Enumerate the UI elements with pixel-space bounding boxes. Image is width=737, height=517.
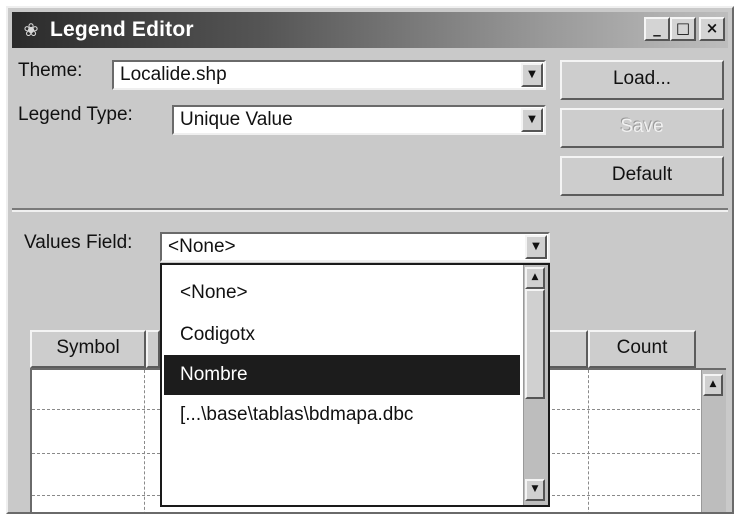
- window-title: Legend Editor: [50, 18, 194, 41]
- minimize-button[interactable]: _: [644, 17, 670, 41]
- app-icon: ❀: [23, 20, 39, 40]
- legend-type-select[interactable]: Unique Value ▼: [172, 105, 546, 135]
- grid-line: [588, 370, 589, 512]
- values-field-dropdown-list[interactable]: <None> Codigotx Nombre [...\base\tablas\…: [160, 263, 550, 507]
- dropdown-option[interactable]: [...\base\tablas\bdmapa.dbc: [164, 395, 520, 435]
- separator: [12, 208, 728, 212]
- values-field-value: <None>: [168, 236, 236, 257]
- legend-editor-window: ❀ Legend Editor _ □ × Theme: Localide.sh…: [6, 6, 734, 514]
- title-bar[interactable]: ❀ Legend Editor _ □ ×: [12, 12, 728, 48]
- column-header-count[interactable]: Count: [588, 330, 696, 368]
- default-button[interactable]: Default: [560, 156, 724, 196]
- chevron-down-icon[interactable]: ▼: [521, 108, 543, 132]
- theme-value: Localide.shp: [120, 64, 227, 85]
- chevron-down-icon[interactable]: ▼: [525, 235, 547, 259]
- arrow-down-icon[interactable]: ▼: [525, 479, 545, 501]
- theme-select[interactable]: Localide.shp ▼: [112, 60, 546, 90]
- column-header-label[interactable]: [548, 330, 588, 368]
- legend-type-label: Legend Type:: [18, 104, 133, 125]
- dropdown-option[interactable]: Codigotx: [164, 315, 520, 355]
- values-field-select[interactable]: <None> ▼: [160, 232, 550, 262]
- scrollbar-thumb[interactable]: [525, 289, 545, 399]
- close-button[interactable]: ×: [699, 17, 725, 41]
- save-button[interactable]: Save: [560, 108, 724, 148]
- maximize-button[interactable]: □: [670, 17, 696, 41]
- arrow-up-icon[interactable]: ▲: [525, 267, 545, 289]
- grid-line: [144, 370, 145, 512]
- dropdown-scrollbar[interactable]: ▲ ▼: [523, 265, 548, 505]
- values-field-label: Values Field:: [24, 232, 133, 253]
- dropdown-option[interactable]: <None>: [164, 273, 520, 313]
- theme-label: Theme:: [18, 60, 83, 81]
- column-header-value[interactable]: [146, 330, 160, 368]
- arrow-up-icon[interactable]: ▲: [703, 374, 723, 396]
- chevron-down-icon[interactable]: ▼: [521, 63, 543, 87]
- column-header-symbol[interactable]: Symbol: [30, 330, 146, 368]
- table-scrollbar[interactable]: ▲: [701, 370, 726, 512]
- load-button[interactable]: Load...: [560, 60, 724, 100]
- dropdown-option-selected[interactable]: Nombre: [164, 355, 520, 395]
- legend-type-value: Unique Value: [180, 109, 293, 130]
